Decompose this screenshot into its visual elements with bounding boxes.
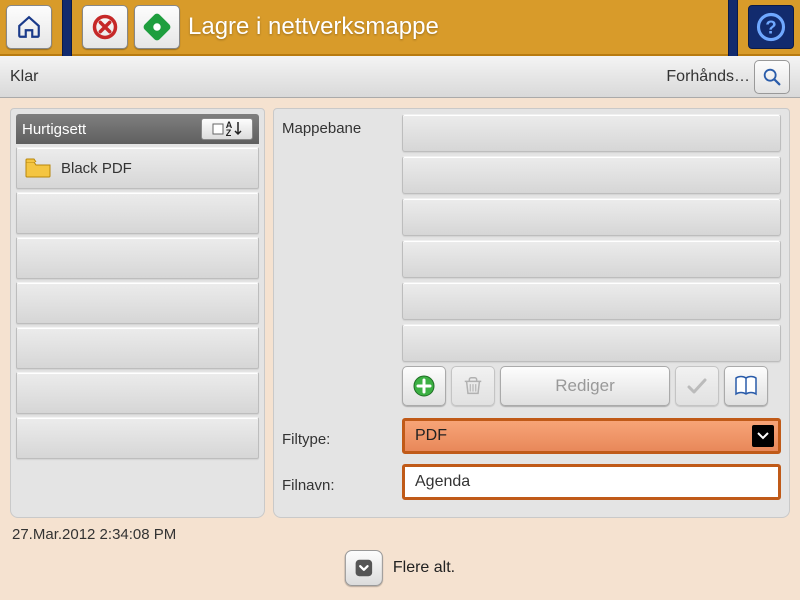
folder-icon [25,158,51,178]
quickset-item[interactable]: Black PDF [16,147,259,189]
quickset-item-empty[interactable] [16,327,259,369]
more-options-button[interactable] [345,550,383,586]
add-path-button[interactable] [402,366,446,406]
plus-icon [412,374,436,398]
edit-path-button[interactable]: Rediger [500,366,670,406]
page-title: Lagre i nettverksmappe [188,13,439,41]
filetype-value: PDF [415,427,447,445]
folderpath-row[interactable] [402,198,781,236]
help-button[interactable]: ? [748,5,794,49]
filename-value: Agenda [415,473,470,491]
sort-arrow-icon [234,122,242,136]
preview-button[interactable] [754,60,790,94]
filetype-dropdown[interactable]: PDF [402,418,781,454]
trash-icon [462,375,484,397]
more-options: Flere alt. [345,550,455,586]
folderpath-actions: Rediger [402,366,781,406]
edit-button-label: Rediger [555,376,615,396]
sort-az-button[interactable]: AZ [201,118,253,140]
status-text: Klar [10,68,38,86]
checkbox-icon [212,123,224,135]
folderpath-row[interactable] [402,114,781,152]
delete-path-button[interactable] [451,366,495,406]
quickset-item-empty[interactable] [16,372,259,414]
timestamp: 27.Mar.2012 2:34:08 PM [12,526,176,543]
confirm-path-button[interactable] [675,366,719,406]
chevron-down-icon [353,557,375,579]
filetype-label: Filtype: [282,425,402,448]
folderpath-label: Mappebane [282,114,402,137]
quicksets-header-label: Hurtigsett [22,121,86,138]
home-button[interactable] [6,5,52,49]
svg-text:?: ? [765,16,776,37]
details-panel: Mappebane Rediger [273,108,790,518]
check-icon [685,374,709,398]
cancel-icon [91,13,119,41]
help-icon: ? [756,12,786,42]
addressbook-button[interactable] [724,366,768,406]
dropdown-arrow-icon [752,425,774,447]
start-button[interactable] [134,5,180,49]
title-bar: Lagre i nettverksmappe ? [0,0,800,56]
quickset-item-empty[interactable] [16,417,259,459]
folderpath-row[interactable] [402,282,781,320]
quickset-item-empty[interactable] [16,282,259,324]
folderpath-row[interactable] [402,240,781,278]
filename-label: Filnavn: [282,471,402,494]
quickset-item-label: Black PDF [61,160,132,177]
quickset-item-empty[interactable] [16,237,259,279]
folderpath-row[interactable] [402,324,781,362]
book-icon [734,375,758,397]
start-icon [143,13,171,41]
quicksets-panel: Hurtigsett AZ Black PDF [10,108,265,518]
footer: 27.Mar.2012 2:34:08 PM [0,518,800,543]
title-separator [62,0,72,56]
preview-label: Forhånds… [666,68,750,86]
filename-input[interactable]: Agenda [402,464,781,500]
magnifier-icon [761,66,783,88]
folderpath-row[interactable] [402,156,781,194]
main-area: Hurtigsett AZ Black PDF Mappebane [0,98,800,518]
quicksets-header: Hurtigsett AZ [16,114,259,144]
title-separator-right [728,0,738,56]
status-bar: Klar Forhånds… [0,56,800,98]
home-icon [16,14,42,40]
quickset-item-empty[interactable] [16,192,259,234]
more-options-label: Flere alt. [393,559,455,577]
cancel-button[interactable] [82,5,128,49]
